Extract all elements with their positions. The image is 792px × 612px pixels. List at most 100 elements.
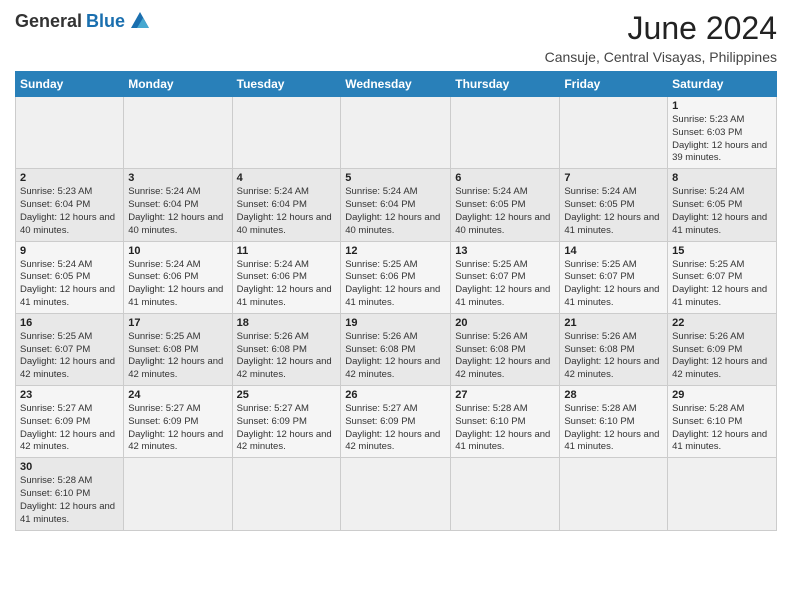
calendar-week-row: 1 Sunrise: 5:23 AM Sunset: 6:03 PM Daylig… (16, 97, 777, 169)
day-number: 18 (237, 317, 337, 329)
calendar-cell: 9 Sunrise: 5:24 AM Sunset: 6:05 PM Daylig… (16, 241, 124, 313)
calendar-cell: 16 Sunrise: 5:25 AM Sunset: 6:07 PM Dayli… (16, 313, 124, 385)
calendar-week-row: 2Sunrise: 5:23 AM Sunset: 6:04 PM Daylig… (16, 169, 777, 241)
day-info: Sunrise: 5:27 AM Sunset: 6:09 PM Dayligh… (128, 403, 227, 454)
day-info: Sunrise: 5:24 AM Sunset: 6:05 PM Dayligh… (20, 259, 119, 310)
day-info: Sunrise: 5:24 AM Sunset: 6:04 PM Dayligh… (128, 186, 227, 237)
day-number: 24 (128, 389, 227, 401)
page-header: General Blue June 2024 Cansuje, Central … (15, 10, 777, 65)
calendar-cell: 4Sunrise: 5:24 AM Sunset: 6:04 PM Daylig… (232, 169, 341, 241)
day-info: Sunrise: 5:26 AM Sunset: 6:09 PM Dayligh… (672, 331, 772, 382)
calendar-week-row: 30Sunrise: 5:28 AM Sunset: 6:10 PM Dayli… (16, 458, 777, 530)
logo-general-text: General (15, 11, 82, 32)
day-number: 21 (564, 317, 663, 329)
calendar-cell: 29Sunrise: 5:28 AM Sunset: 6:10 PM Dayli… (668, 386, 777, 458)
day-number: 25 (237, 389, 337, 401)
day-info: Sunrise: 5:24 AM Sunset: 6:06 PM Dayligh… (237, 259, 337, 310)
day-number: 20 (455, 317, 555, 329)
calendar-cell: 26 Sunrise: 5:27 AM Sunset: 6:09 PM Dayli… (341, 386, 451, 458)
day-info: Sunrise: 5:25 AM Sunset: 6:08 PM Dayligh… (128, 331, 227, 382)
calendar-cell: 25 Sunrise: 5:27 AM Sunset: 6:09 PM Dayli… (232, 386, 341, 458)
calendar-cell: 1 Sunrise: 5:23 AM Sunset: 6:03 PM Daylig… (668, 97, 777, 169)
calendar-cell: 27Sunrise: 5:28 AM Sunset: 6:10 PM Dayli… (451, 386, 560, 458)
calendar-cell: 11 Sunrise: 5:24 AM Sunset: 6:06 PM Dayli… (232, 241, 341, 313)
calendar-cell (668, 458, 777, 530)
day-info: Sunrise: 5:25 AM Sunset: 6:07 PM Dayligh… (20, 331, 119, 382)
day-number: 13 (455, 245, 555, 257)
calendar-cell: 10Sunrise: 5:24 AM Sunset: 6:06 PM Dayli… (124, 241, 232, 313)
calendar-cell: 17 Sunrise: 5:25 AM Sunset: 6:08 PM Dayli… (124, 313, 232, 385)
right-header: June 2024 Cansuje, Central Visayas, Phil… (545, 10, 777, 65)
calendar-week-row: 9 Sunrise: 5:24 AM Sunset: 6:05 PM Daylig… (16, 241, 777, 313)
calendar-cell (232, 458, 341, 530)
calendar-cell (560, 97, 668, 169)
day-info: Sunrise: 5:26 AM Sunset: 6:08 PM Dayligh… (564, 331, 663, 382)
calendar-cell: 21 Sunrise: 5:26 AM Sunset: 6:08 PM Dayli… (560, 313, 668, 385)
day-info: Sunrise: 5:26 AM Sunset: 6:08 PM Dayligh… (237, 331, 337, 382)
location-title: Cansuje, Central Visayas, Philippines (545, 49, 777, 65)
calendar-cell (124, 97, 232, 169)
day-number: 11 (237, 245, 337, 257)
day-info: Sunrise: 5:26 AM Sunset: 6:08 PM Dayligh… (345, 331, 446, 382)
day-info: Sunrise: 5:28 AM Sunset: 6:10 PM Dayligh… (20, 475, 119, 526)
day-number: 26 (345, 389, 446, 401)
day-number: 16 (20, 317, 119, 329)
day-info: Sunrise: 5:25 AM Sunset: 6:07 PM Dayligh… (455, 259, 555, 310)
calendar-cell: 6Sunrise: 5:24 AM Sunset: 6:05 PM Daylig… (451, 169, 560, 241)
day-number: 8 (672, 172, 772, 184)
calendar-header-row: SundayMondayTuesdayWednesdayThursdayFrid… (16, 72, 777, 97)
month-title: June 2024 (545, 10, 777, 47)
day-number: 27 (455, 389, 555, 401)
calendar-cell: 23Sunrise: 5:27 AM Sunset: 6:09 PM Dayli… (16, 386, 124, 458)
calendar-cell: 18 Sunrise: 5:26 AM Sunset: 6:08 PM Dayli… (232, 313, 341, 385)
logo-blue-text: Blue (86, 11, 125, 32)
calendar-cell: 12Sunrise: 5:25 AM Sunset: 6:06 PM Dayli… (341, 241, 451, 313)
calendar-cell: 2Sunrise: 5:23 AM Sunset: 6:04 PM Daylig… (16, 169, 124, 241)
day-info: Sunrise: 5:25 AM Sunset: 6:07 PM Dayligh… (672, 259, 772, 310)
day-info: Sunrise: 5:24 AM Sunset: 6:06 PM Dayligh… (128, 259, 227, 310)
day-info: Sunrise: 5:24 AM Sunset: 6:04 PM Dayligh… (345, 186, 446, 237)
calendar-cell: 7Sunrise: 5:24 AM Sunset: 6:05 PM Daylig… (560, 169, 668, 241)
calendar-cell (16, 97, 124, 169)
day-info: Sunrise: 5:28 AM Sunset: 6:10 PM Dayligh… (564, 403, 663, 454)
logo-triangle-icon (129, 10, 151, 32)
day-number: 29 (672, 389, 772, 401)
day-number: 12 (345, 245, 446, 257)
calendar-week-row: 23Sunrise: 5:27 AM Sunset: 6:09 PM Dayli… (16, 386, 777, 458)
day-info: Sunrise: 5:25 AM Sunset: 6:07 PM Dayligh… (564, 259, 663, 310)
logo: General Blue (15, 10, 151, 32)
calendar-cell (451, 97, 560, 169)
header-day-monday: Monday (124, 72, 232, 97)
day-info: Sunrise: 5:24 AM Sunset: 6:05 PM Dayligh… (564, 186, 663, 237)
calendar-cell: 5 Sunrise: 5:24 AM Sunset: 6:04 PM Daylig… (341, 169, 451, 241)
calendar-cell (341, 97, 451, 169)
calendar-cell: 15 Sunrise: 5:25 AM Sunset: 6:07 PM Dayli… (668, 241, 777, 313)
calendar-cell: 13 Sunrise: 5:25 AM Sunset: 6:07 PM Dayli… (451, 241, 560, 313)
calendar-cell (451, 458, 560, 530)
day-info: Sunrise: 5:27 AM Sunset: 6:09 PM Dayligh… (237, 403, 337, 454)
day-number: 6 (455, 172, 555, 184)
calendar-cell: 22 Sunrise: 5:26 AM Sunset: 6:09 PM Dayli… (668, 313, 777, 385)
calendar-cell: 14Sunrise: 5:25 AM Sunset: 6:07 PM Dayli… (560, 241, 668, 313)
calendar-cell: 3Sunrise: 5:24 AM Sunset: 6:04 PM Daylig… (124, 169, 232, 241)
calendar-cell: 20 Sunrise: 5:26 AM Sunset: 6:08 PM Dayli… (451, 313, 560, 385)
header-day-thursday: Thursday (451, 72, 560, 97)
day-info: Sunrise: 5:27 AM Sunset: 6:09 PM Dayligh… (345, 403, 446, 454)
day-number: 15 (672, 245, 772, 257)
day-number: 22 (672, 317, 772, 329)
day-number: 17 (128, 317, 227, 329)
day-info: Sunrise: 5:27 AM Sunset: 6:09 PM Dayligh… (20, 403, 119, 454)
day-info: Sunrise: 5:23 AM Sunset: 6:03 PM Dayligh… (672, 114, 772, 165)
day-number: 4 (237, 172, 337, 184)
day-number: 2 (20, 172, 119, 184)
day-number: 1 (672, 100, 772, 112)
header-day-wednesday: Wednesday (341, 72, 451, 97)
calendar-cell: 28 Sunrise: 5:28 AM Sunset: 6:10 PM Dayli… (560, 386, 668, 458)
day-number: 19 (345, 317, 446, 329)
calendar-cell (124, 458, 232, 530)
day-number: 28 (564, 389, 663, 401)
day-number: 5 (345, 172, 446, 184)
day-number: 9 (20, 245, 119, 257)
header-day-sunday: Sunday (16, 72, 124, 97)
day-info: Sunrise: 5:26 AM Sunset: 6:08 PM Dayligh… (455, 331, 555, 382)
